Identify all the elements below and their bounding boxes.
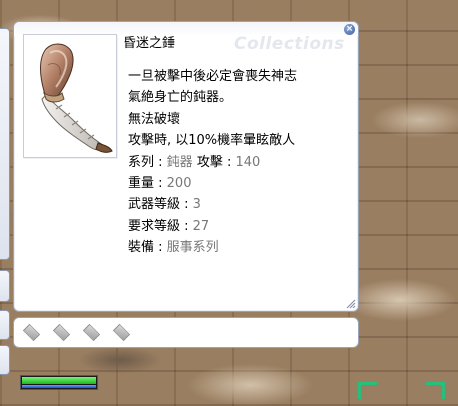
card-slot[interactable] bbox=[82, 323, 101, 342]
resize-grip-icon[interactable] bbox=[344, 297, 356, 309]
required-level-label: 要求等級 : bbox=[128, 218, 189, 234]
equip-row: 裝備 : 服事系列 bbox=[128, 237, 297, 258]
hammer-icon bbox=[40, 43, 113, 153]
item-image bbox=[23, 34, 117, 158]
equip-label: 裝備 : bbox=[128, 240, 163, 256]
type-attack-row: 系列 : 鈍器 攻擊 : 140 bbox=[128, 152, 297, 173]
item-description: 一旦被擊中後必定會喪失神志 氣絶身亡的鈍器。 無法破壞 攻擊時, 以10%機率暈… bbox=[128, 66, 297, 259]
side-panel-top[interactable] bbox=[0, 28, 10, 260]
side-panel-button-1[interactable] bbox=[0, 270, 10, 302]
weapon-level-row: 武器等級 : 3 bbox=[128, 194, 297, 215]
card-slot-bar bbox=[13, 317, 359, 348]
required-level-value: 27 bbox=[192, 218, 210, 234]
card-slot[interactable] bbox=[22, 323, 41, 342]
sp-fill bbox=[22, 385, 96, 388]
indestructible-text: 無法破壞 bbox=[128, 111, 181, 127]
required-level-row: 要求等級 : 27 bbox=[128, 216, 297, 237]
target-bracket-left bbox=[358, 382, 377, 399]
weapon-level-value: 3 bbox=[192, 197, 201, 213]
close-icon[interactable]: × bbox=[344, 24, 355, 35]
weight-label: 重量 : bbox=[128, 175, 163, 191]
attack-label: 攻擊 : bbox=[196, 154, 232, 170]
stun-effect-text: 攻擊時, 以10%機率暈眩敵人 bbox=[128, 133, 296, 149]
description-line: 一旦被擊中後必定會喪失神志 bbox=[128, 69, 298, 84]
weapon-level-label: 武器等級 : bbox=[128, 197, 189, 213]
attack-value: 140 bbox=[235, 154, 261, 170]
collections-watermark: Collections bbox=[234, 34, 345, 54]
hp-sp-bar bbox=[20, 375, 98, 390]
side-panel-button-3[interactable] bbox=[0, 345, 10, 375]
target-bracket-right bbox=[426, 382, 445, 399]
card-slot[interactable] bbox=[52, 323, 71, 342]
type-label: 系列 : bbox=[128, 154, 163, 170]
description-line: 氣絶身亡的鈍器。 bbox=[128, 90, 233, 106]
item-name: 昏迷之錘 bbox=[123, 36, 176, 51]
side-panel-button-2[interactable] bbox=[0, 310, 10, 340]
hp-fill bbox=[22, 377, 96, 384]
item-info-window[interactable]: Collections × 昏迷之錘 一旦被擊中後必定會喪失神志 氣絶身亡的鈍器… bbox=[13, 21, 359, 312]
weight-row: 重量 : 200 bbox=[128, 173, 297, 194]
equip-value: 服事系列 bbox=[166, 240, 219, 256]
weight-value: 200 bbox=[166, 175, 192, 191]
card-slot[interactable] bbox=[112, 323, 131, 342]
type-value: 鈍器 bbox=[166, 154, 193, 170]
